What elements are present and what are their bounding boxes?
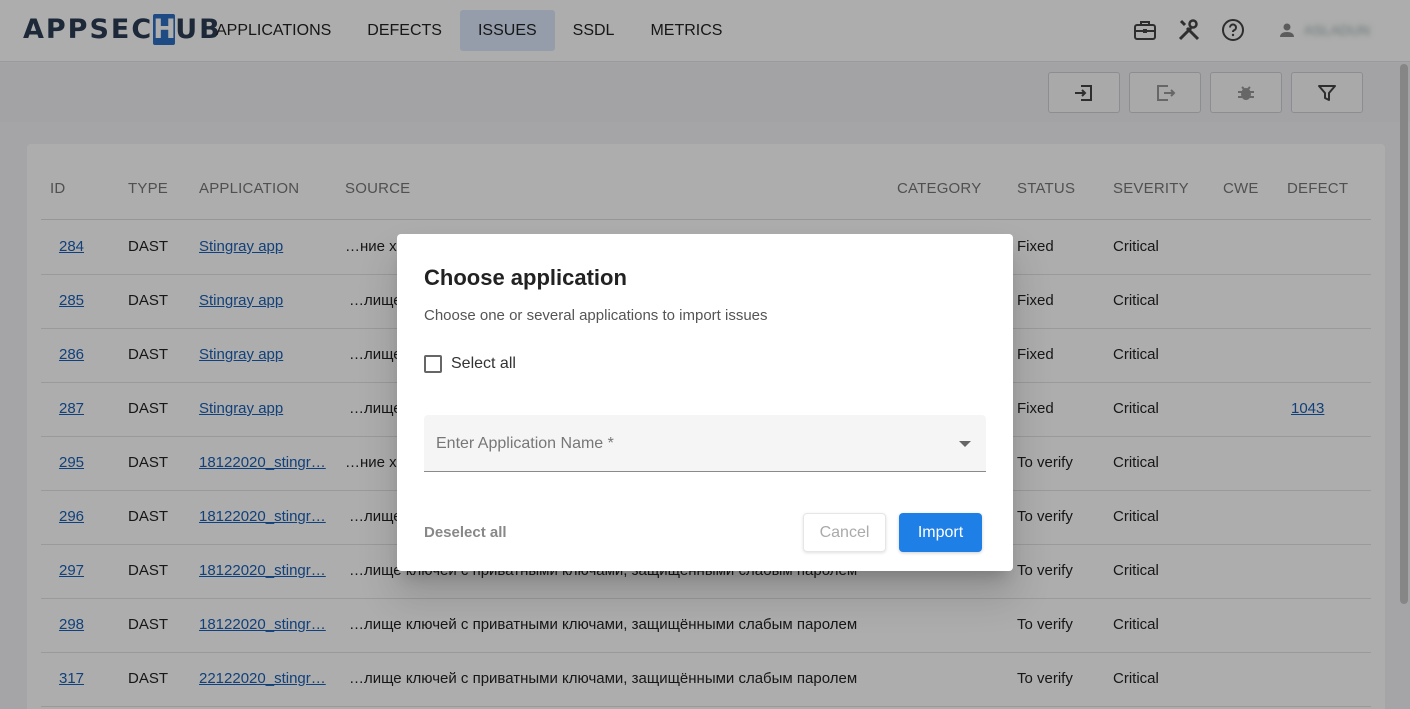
import-button-dialog[interactable]: Import <box>899 513 982 552</box>
deselect-all-button[interactable]: Deselect all <box>424 524 507 541</box>
choose-application-dialog: Choose application Choose one or several… <box>397 234 1013 571</box>
select-placeholder: Enter Application Name * <box>436 435 614 452</box>
application-name-select[interactable]: Enter Application Name * <box>424 415 986 472</box>
cancel-button[interactable]: Cancel <box>803 513 886 552</box>
dropdown-arrow-icon[interactable] <box>959 441 971 447</box>
checkbox-box[interactable] <box>424 355 442 373</box>
dialog-subtitle: Choose one or several applications to im… <box>424 307 768 324</box>
dialog-title: Choose application <box>424 265 627 290</box>
select-all-checkbox[interactable]: Select all <box>424 355 516 373</box>
select-all-label: Select all <box>451 355 516 372</box>
